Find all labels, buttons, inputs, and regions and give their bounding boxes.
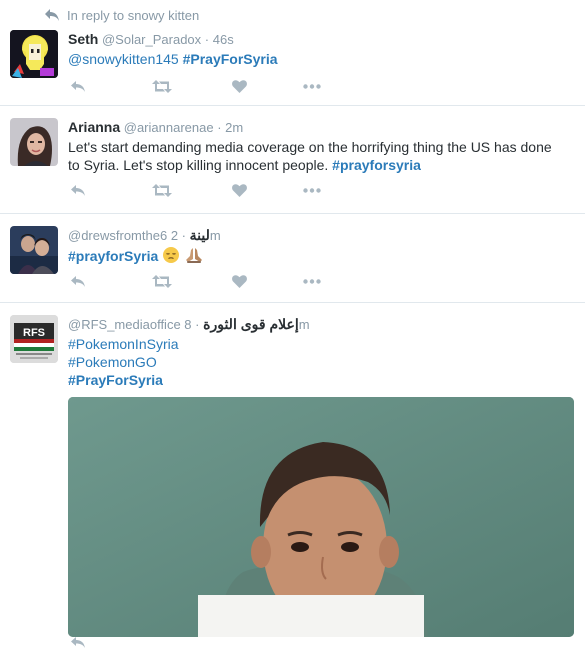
retweet-icon[interactable] bbox=[150, 79, 174, 93]
hashtag-link[interactable]: #PrayForSyria bbox=[68, 372, 163, 388]
tweet-fullname[interactable]: Seth bbox=[68, 31, 98, 47]
tweet-text-line: to Syria. Let's stop killing innocent pe… bbox=[68, 156, 575, 174]
tweet-drewsfromthe6[interactable]: @drewsfromthe6 لينة · 2m #prayforSyria bbox=[0, 214, 585, 303]
separator-dot: · bbox=[204, 32, 210, 47]
tweet-screen-name[interactable]: @RFS_mediaoffice bbox=[68, 317, 181, 332]
more-icon[interactable] bbox=[302, 83, 322, 89]
tweet-screen-name[interactable]: @Solar_Paradox bbox=[102, 32, 201, 47]
reply-arrow-icon bbox=[44, 8, 60, 22]
separator-dot: · bbox=[181, 228, 187, 243]
tweet-screen-name[interactable]: @drewsfromthe6 bbox=[68, 228, 167, 243]
tweet-seth[interactable]: Seth @Solar_Paradox · 46s @snowykitten14… bbox=[0, 30, 585, 106]
tweet-text: Let's start demanding media coverage on … bbox=[68, 138, 575, 174]
tweet-timestamp[interactable]: 46s bbox=[213, 32, 234, 47]
separator-dot: · bbox=[217, 120, 222, 135]
tweet-text: #PokemonInSyria #PokemonGO #PrayForSyria bbox=[68, 335, 575, 389]
tweet-rfs-mediaoffice[interactable]: RFS @RFS_mediaoffice إعلام قوى الثورة · … bbox=[0, 303, 585, 648]
in-reply-to-bar[interactable]: In reply to snowy kitten bbox=[0, 0, 585, 30]
tweet-fullname[interactable]: Arianna bbox=[68, 119, 120, 135]
avatar-rfs-logo-text: RFS bbox=[23, 327, 45, 339]
like-icon[interactable] bbox=[230, 79, 248, 93]
tweet-text: #prayforSyria bbox=[68, 246, 575, 265]
hashtag-link[interactable]: #prayforsyria bbox=[332, 157, 421, 173]
tweet-text-line: Let's start demanding media coverage on … bbox=[68, 139, 552, 155]
avatar-rfs[interactable]: RFS bbox=[10, 315, 58, 363]
more-icon[interactable] bbox=[302, 187, 322, 193]
tweet-screen-name[interactable]: @ariannarenae bbox=[124, 120, 214, 135]
avatar-drewsfromthe6[interactable] bbox=[10, 226, 58, 274]
reply-icon[interactable] bbox=[68, 80, 88, 93]
tweet-timestamp[interactable]: 2m bbox=[225, 120, 243, 135]
hashtag-link[interactable]: #PrayForSyria bbox=[183, 51, 278, 67]
praying-hands-emoji-icon bbox=[184, 246, 204, 264]
retweet-icon[interactable] bbox=[150, 274, 174, 288]
tweet-fullname[interactable]: إعلام قوى الثورة bbox=[203, 316, 299, 332]
avatar-arianna[interactable] bbox=[10, 118, 58, 166]
tweet-fullname[interactable]: لينة bbox=[190, 227, 210, 243]
hashtag-link[interactable]: #prayforSyria bbox=[68, 248, 158, 264]
more-icon[interactable] bbox=[302, 278, 322, 284]
like-icon[interactable] bbox=[230, 183, 248, 197]
tweet-arianna[interactable]: Arianna @ariannarenae · 2m Let's start d… bbox=[0, 106, 585, 214]
retweet-icon[interactable] bbox=[150, 183, 174, 197]
mention-link[interactable]: @snowykitten145 bbox=[68, 51, 179, 67]
like-icon[interactable] bbox=[230, 274, 248, 288]
avatar-seth[interactable] bbox=[10, 30, 58, 78]
tweet-text: @snowykitten145 #PrayForSyria bbox=[68, 50, 575, 68]
in-reply-to-label: In reply to snowy kitten bbox=[67, 7, 200, 23]
separator-dot: · bbox=[195, 317, 200, 332]
hashtag-link[interactable]: #PokemonInSyria bbox=[68, 336, 179, 352]
hashtag-link[interactable]: #PokemonGO bbox=[68, 354, 157, 370]
reply-icon[interactable] bbox=[68, 184, 88, 197]
pensive-face-emoji-icon bbox=[162, 246, 180, 264]
tweet-photo[interactable] bbox=[68, 397, 574, 637]
reply-icon[interactable] bbox=[68, 636, 88, 649]
tweet-text-fragment: to Syria. Let's stop killing innocent pe… bbox=[68, 157, 329, 173]
reply-icon[interactable] bbox=[68, 275, 88, 288]
